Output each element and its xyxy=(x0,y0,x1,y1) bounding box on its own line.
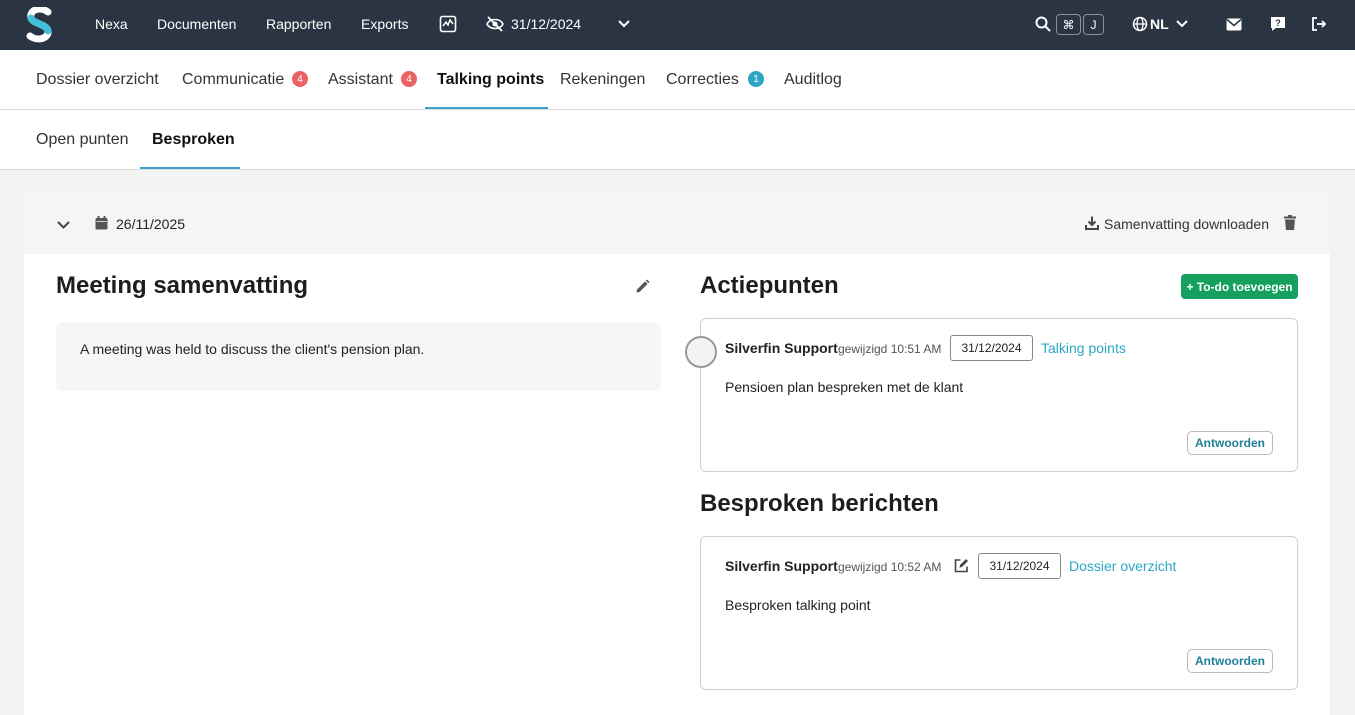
download-summary-button[interactable]: Samenvatting downloaden xyxy=(1104,216,1269,232)
action-author: Silverfin Support xyxy=(725,340,838,356)
tab-correcties[interactable]: Correcties xyxy=(666,71,739,89)
tab-talking-points[interactable]: Talking points xyxy=(437,71,544,89)
actions-title: Actiepunten xyxy=(700,272,839,299)
trash-icon[interactable] xyxy=(1284,215,1296,235)
tab-communicatie[interactable]: Communicatie xyxy=(182,71,284,89)
download-icon[interactable] xyxy=(1085,216,1099,235)
communicatie-badge: 4 xyxy=(292,71,308,87)
chevron-down-icon[interactable] xyxy=(614,14,634,34)
active-subtab-indicator xyxy=(140,167,240,169)
meeting-card-header: 26/11/2025 Samenvatting downloaden xyxy=(24,194,1330,254)
period-date[interactable]: 31/12/2024 xyxy=(511,16,581,32)
main-tabs: Dossier overzicht Communicatie 4 Assista… xyxy=(0,50,1355,110)
shortcut-key-j: J xyxy=(1083,14,1104,35)
nav-link-rapporten[interactable]: Rapporten xyxy=(266,16,331,32)
language-chevron-down-icon[interactable] xyxy=(1172,14,1192,34)
reply-button[interactable]: Antwoorden xyxy=(1187,431,1273,455)
add-todo-button[interactable]: + To-do toevoegen xyxy=(1181,274,1298,299)
subtab-besproken[interactable]: Besproken xyxy=(152,131,235,149)
collapse-chevron-icon[interactable] xyxy=(56,217,71,235)
subtab-open-punten[interactable]: Open punten xyxy=(36,131,129,149)
reply-button[interactable]: Antwoorden xyxy=(1187,649,1273,673)
assistant-badge: 4 xyxy=(401,71,417,87)
discussed-context-link[interactable]: Dossier overzicht xyxy=(1069,558,1176,574)
calendar-icon xyxy=(95,216,108,235)
globe-icon[interactable] xyxy=(1130,14,1150,34)
tab-rekeningen[interactable]: Rekeningen xyxy=(560,71,645,89)
discussed-date-field[interactable]: 31/12/2024 xyxy=(978,553,1061,579)
tab-auditlog[interactable]: Auditlog xyxy=(784,71,842,89)
action-item: Silverfin Support gewijzigd 10:51 AM 31/… xyxy=(685,318,1298,472)
search-icon[interactable] xyxy=(1033,14,1053,34)
meeting-card: 26/11/2025 Samenvatting downloaden Meeti… xyxy=(24,194,1330,715)
complete-checkbox[interactable] xyxy=(685,336,717,368)
correcties-badge: 1 xyxy=(748,71,764,87)
discussed-item: Silverfin Support gewijzigd 10:52 AM 31/… xyxy=(700,536,1298,690)
summary-text: A meeting was held to discuss the client… xyxy=(80,341,425,357)
action-modified: gewijzigd 10:51 AM xyxy=(838,342,942,356)
svg-text:?: ? xyxy=(1275,18,1281,28)
edit-icon[interactable] xyxy=(954,558,969,578)
logo-icon[interactable] xyxy=(26,7,54,43)
tab-assistant[interactable]: Assistant xyxy=(328,71,393,89)
help-icon[interactable]: ? xyxy=(1268,14,1288,34)
nav-link-documenten[interactable]: Documenten xyxy=(157,16,236,32)
sub-tabs: Open punten Besproken xyxy=(0,110,1355,170)
nav-link-nexa[interactable]: Nexa xyxy=(95,16,128,32)
summary-box: A meeting was held to discuss the client… xyxy=(56,322,661,391)
discussed-author: Silverfin Support xyxy=(725,558,838,574)
nav-link-exports[interactable]: Exports xyxy=(361,16,408,32)
shortcut-key-cmd: ⌘ xyxy=(1056,14,1081,35)
action-text: Pensioen plan bespreken met de klant xyxy=(725,379,964,395)
activity-chart-icon[interactable] xyxy=(438,14,458,34)
tab-dossier-overzicht[interactable]: Dossier overzicht xyxy=(36,71,159,89)
summary-title: Meeting samenvatting xyxy=(56,272,309,299)
discussed-title: Besproken berichten xyxy=(700,490,939,517)
action-context-link[interactable]: Talking points xyxy=(1041,340,1126,356)
discussed-text: Besproken talking point xyxy=(725,597,871,613)
language-selector[interactable]: NL xyxy=(1150,16,1169,32)
pencil-icon[interactable] xyxy=(635,279,650,299)
action-date-field[interactable]: 31/12/2024 xyxy=(950,335,1033,361)
logout-icon[interactable] xyxy=(1309,14,1329,34)
mail-icon[interactable] xyxy=(1224,14,1244,34)
discussed-modified: gewijzigd 10:52 AM xyxy=(838,560,942,574)
eye-off-icon[interactable] xyxy=(485,14,505,34)
active-tab-indicator xyxy=(425,107,548,109)
meeting-date: 26/11/2025 xyxy=(116,216,186,232)
top-navbar: Nexa Documenten Rapporten Exports 31/12/… xyxy=(0,0,1355,50)
